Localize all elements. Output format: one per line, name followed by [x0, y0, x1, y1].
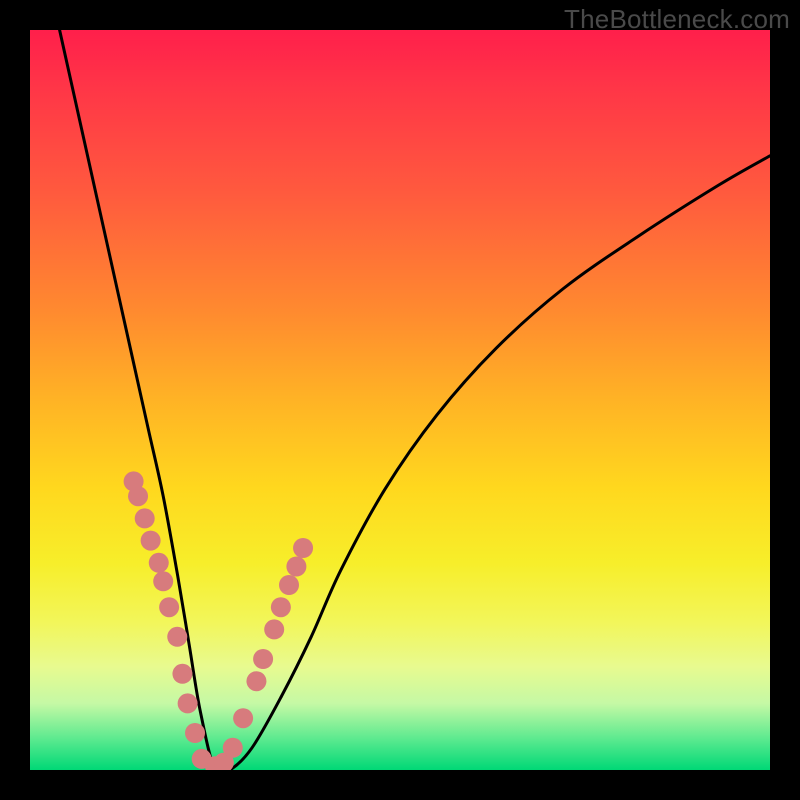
- highlight-dot: [135, 508, 155, 528]
- watermark-label: TheBottleneck.com: [564, 4, 790, 35]
- highlight-dot: [153, 571, 173, 591]
- highlight-dot: [159, 597, 179, 617]
- highlight-dot: [286, 557, 306, 577]
- highlight-dot: [293, 538, 313, 558]
- highlight-dot: [167, 627, 187, 647]
- bottleneck-curve: [60, 30, 770, 770]
- curve-path: [60, 30, 770, 770]
- highlight-dot: [178, 693, 198, 713]
- highlight-dot: [233, 708, 253, 728]
- highlight-markers: [124, 471, 313, 770]
- highlight-dot: [149, 553, 169, 573]
- highlight-dot: [185, 723, 205, 743]
- highlight-dot: [246, 671, 266, 691]
- chart-svg: [30, 30, 770, 770]
- highlight-dot: [128, 486, 148, 506]
- highlight-dot: [264, 619, 284, 639]
- highlight-dot: [223, 738, 243, 758]
- highlight-dot: [271, 597, 291, 617]
- highlight-dot: [172, 664, 192, 684]
- highlight-dot: [141, 531, 161, 551]
- chart-plot-area: [30, 30, 770, 770]
- chart-frame: TheBottleneck.com: [0, 0, 800, 800]
- highlight-dot: [279, 575, 299, 595]
- highlight-dot: [253, 649, 273, 669]
